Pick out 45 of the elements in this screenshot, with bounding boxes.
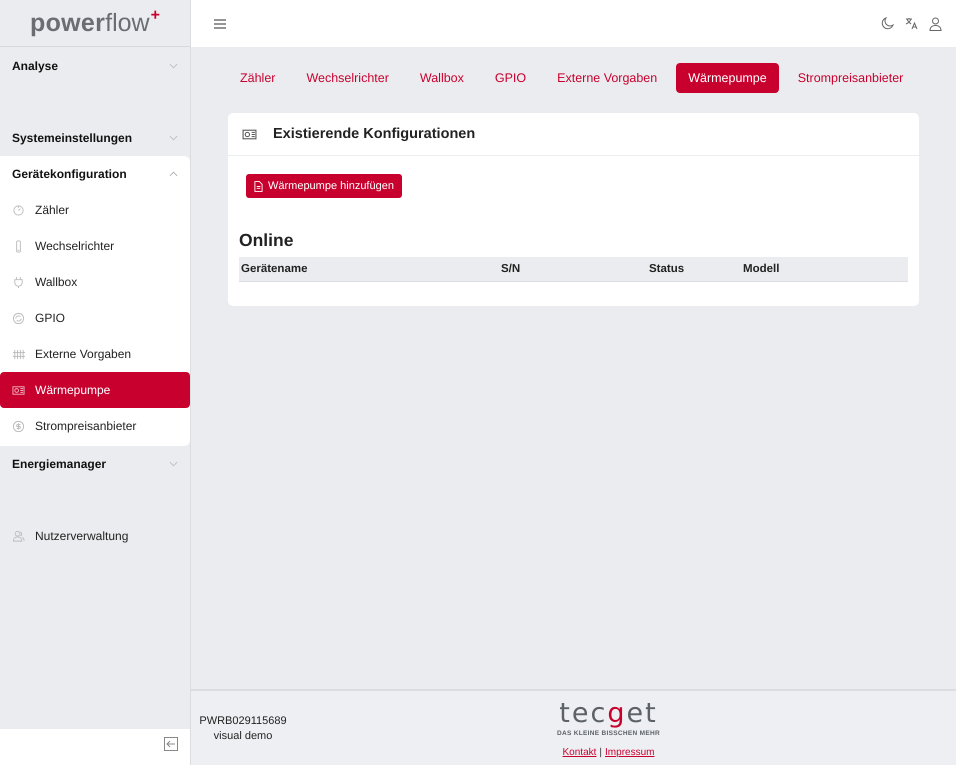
users-icon — [12, 530, 25, 542]
column-header: Modell — [741, 257, 908, 282]
separator: | — [599, 747, 602, 758]
column-header: Status — [647, 257, 741, 282]
tab[interactable]: GPIO — [482, 63, 538, 93]
coin-icon — [12, 420, 25, 432]
translate-icon[interactable] — [905, 17, 918, 30]
section-heading: Online — [239, 230, 294, 251]
sidebar-item[interactable]: Nutzerverwaltung — [0, 518, 190, 554]
footer-link[interactable]: Kontakt — [562, 747, 596, 758]
heat-pump-icon — [12, 384, 25, 396]
section-header[interactable]: Gerätekonfiguration — [0, 156, 190, 192]
cycle-icon — [12, 312, 25, 324]
moon-icon[interactable] — [881, 17, 894, 30]
fence-icon — [12, 348, 25, 360]
sidebar-item[interactable]: Strompreisanbieter — [0, 408, 190, 444]
column-header: S/N — [499, 257, 647, 282]
serial-number: PWRB029115689 — [199, 714, 287, 729]
user-icon[interactable] — [929, 16, 942, 30]
heat-pump-icon — [242, 126, 257, 142]
section-header[interactable]: Analyse — [0, 48, 190, 84]
sidebar-item[interactable]: Zähler — [0, 192, 190, 228]
tab[interactable]: Wärmepumpe — [676, 63, 779, 93]
sidebar-item[interactable]: Externe Vorgaben — [0, 336, 190, 372]
section-header[interactable]: Energiemanager — [0, 446, 190, 482]
section-header[interactable]: Systemeinstellungen — [0, 120, 190, 156]
dial-icon — [12, 204, 25, 216]
sidebar-item[interactable]: Wärmepumpe — [0, 372, 190, 408]
plug-icon — [12, 276, 25, 288]
menu-button[interactable] — [214, 18, 226, 28]
tab[interactable]: Zähler — [228, 63, 288, 93]
tab[interactable]: Strompreisanbieter — [786, 63, 916, 93]
sidebar-item[interactable]: GPIO — [0, 300, 190, 336]
mode-label: visual demo — [214, 729, 272, 744]
card-title: Existierende Konfigurationen — [273, 126, 476, 142]
tab[interactable]: Wallbox — [408, 63, 476, 93]
footer-link[interactable]: Impressum — [605, 747, 654, 758]
powerflow-logo: powerflow+ — [0, 0, 190, 47]
sidebar-item[interactable]: Wallbox — [0, 264, 190, 300]
tab[interactable]: Externe Vorgaben — [545, 63, 670, 93]
column-header: Gerätename — [239, 257, 499, 282]
sidebar-item[interactable]: Wechselrichter — [0, 228, 190, 264]
document-icon — [254, 180, 263, 192]
add-heat-pump-button[interactable]: Wärmepumpe hinzufügen — [246, 174, 402, 198]
tab[interactable]: Wechselrichter — [294, 63, 401, 93]
